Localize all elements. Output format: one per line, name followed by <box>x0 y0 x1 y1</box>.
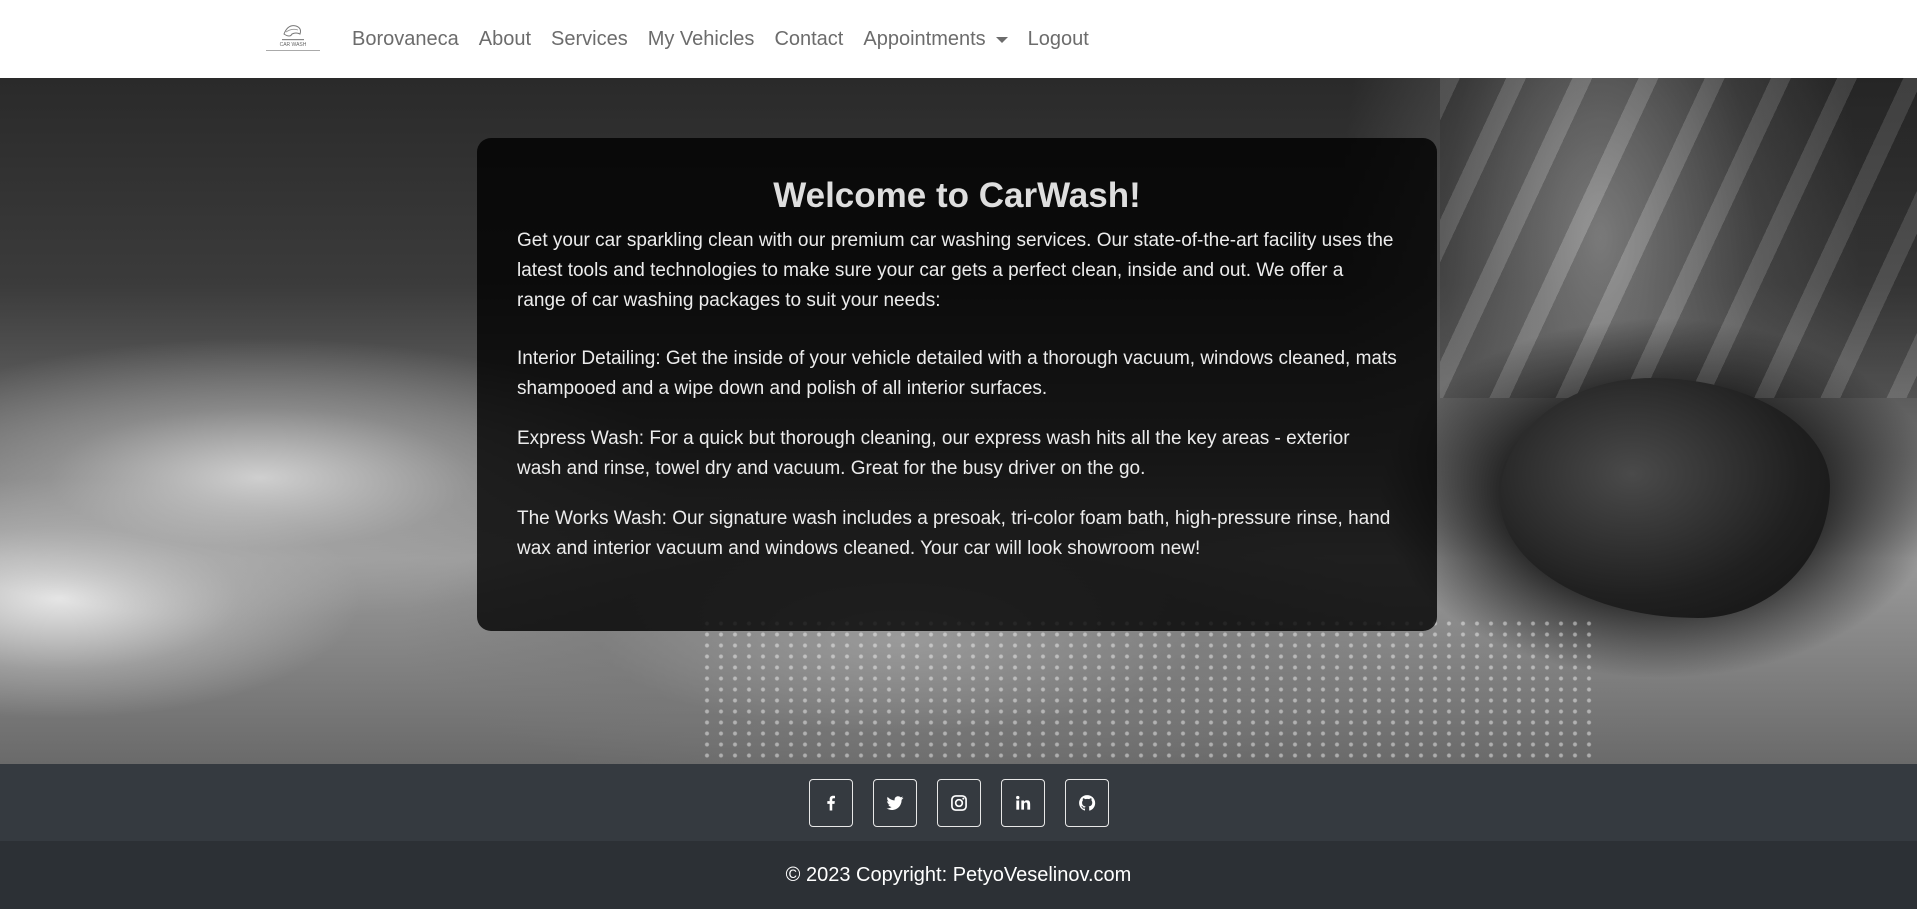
hero-background-droplets <box>700 618 1600 758</box>
instagram-button[interactable] <box>936 778 981 827</box>
instagram-icon <box>950 794 967 811</box>
brand-logo-text: CAR WASH <box>280 42 307 48</box>
footer-copyright: © 2023 Copyright: PetyoVeselinov.com <box>785 863 1132 886</box>
hero-background-glove <box>1500 378 1830 618</box>
github-button[interactable] <box>1064 778 1109 827</box>
nav-item-about[interactable]: About <box>479 28 531 51</box>
nav-links: Borovaneca About Services My Vehicles Co… <box>352 0 1109 78</box>
linkedin-icon <box>1015 795 1030 810</box>
welcome-title: Welcome to CarWash! <box>773 176 1141 215</box>
nav-item-appointments-dropdown[interactable]: Appointments <box>863 27 1008 51</box>
nav-item-appointments-label: Appointments <box>863 27 986 50</box>
github-icon <box>1078 794 1095 811</box>
nav-item-logout[interactable]: Logout <box>1028 28 1089 51</box>
facebook-icon <box>826 795 835 810</box>
navbar: CAR WASH Borovaneca About Services My Ve… <box>0 0 1917 78</box>
facebook-button[interactable] <box>808 778 853 827</box>
twitter-button[interactable] <box>872 778 917 827</box>
welcome-intro: Get your car sparkling clean with our pr… <box>517 230 1394 311</box>
welcome-card: Welcome to CarWash! Get your car sparkli… <box>477 138 1437 631</box>
nav-item-borovaneca[interactable]: Borovaneca <box>352 28 459 51</box>
service-works-wash: The Works Wash: Our signature wash inclu… <box>517 508 1391 559</box>
brand-logo[interactable]: CAR WASH <box>262 20 324 56</box>
social-bar <box>0 764 1917 841</box>
service-express-wash: Express Wash: For a quick but thorough c… <box>517 428 1350 479</box>
nav-item-services[interactable]: Services <box>551 28 628 51</box>
twitter-icon <box>886 795 903 810</box>
linkedin-button[interactable] <box>1000 778 1045 827</box>
service-interior-detailing: Interior Detailing: Get the inside of yo… <box>517 348 1397 399</box>
nav-item-my-vehicles[interactable]: My Vehicles <box>648 28 755 51</box>
nav-item-contact[interactable]: Contact <box>774 28 843 51</box>
hero-background-stripes <box>1440 78 1917 398</box>
footer: © 2023 Copyright: PetyoVeselinov.com <box>0 841 1917 909</box>
caret-down-icon <box>995 37 1008 43</box>
